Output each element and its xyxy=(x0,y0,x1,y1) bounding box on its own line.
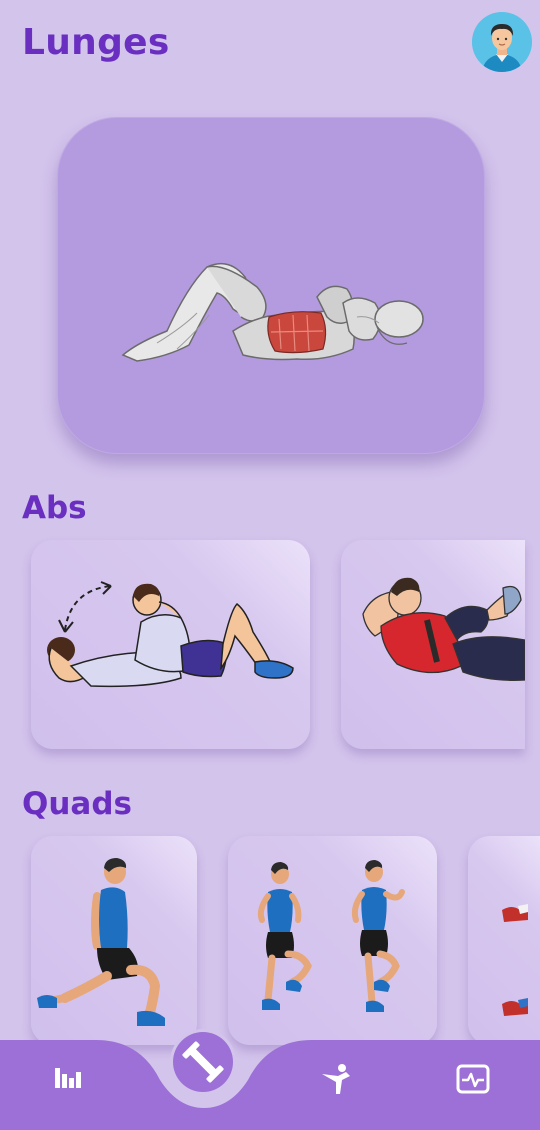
bicycle-crunch-illustration xyxy=(362,577,525,681)
featured-exercise-card[interactable] xyxy=(57,117,485,454)
workouts-nav-button[interactable] xyxy=(173,1032,233,1092)
lunge-illustration xyxy=(37,858,165,1026)
app-screen: Lunges Abs Quads xyxy=(0,0,540,1130)
martial-arts-icon[interactable] xyxy=(320,1062,354,1096)
activity-monitor-icon[interactable] xyxy=(456,1064,490,1094)
sneakers-illustration xyxy=(502,904,528,1016)
crunch-illustration xyxy=(47,581,294,688)
section-title-quads: Quads xyxy=(22,786,132,822)
exercise-card-crunch[interactable] xyxy=(31,540,310,749)
exercise-card-lunge[interactable] xyxy=(31,836,197,1045)
bar-chart-icon[interactable] xyxy=(54,1066,82,1090)
bottom-navigation xyxy=(0,1030,540,1130)
user-avatar-icon[interactable] xyxy=(472,12,532,72)
crunch-anatomy-illustration xyxy=(121,262,424,362)
page-title: Lunges xyxy=(22,22,170,63)
exercise-card-quads-3[interactable] xyxy=(468,836,540,1045)
section-title-abs: Abs xyxy=(22,490,87,526)
exercise-card-high-knees[interactable] xyxy=(228,836,437,1045)
exercise-card-bicycle-crunch[interactable] xyxy=(341,540,525,749)
high-knees-illustration xyxy=(257,860,405,1012)
dumbbell-icon xyxy=(182,1041,224,1083)
